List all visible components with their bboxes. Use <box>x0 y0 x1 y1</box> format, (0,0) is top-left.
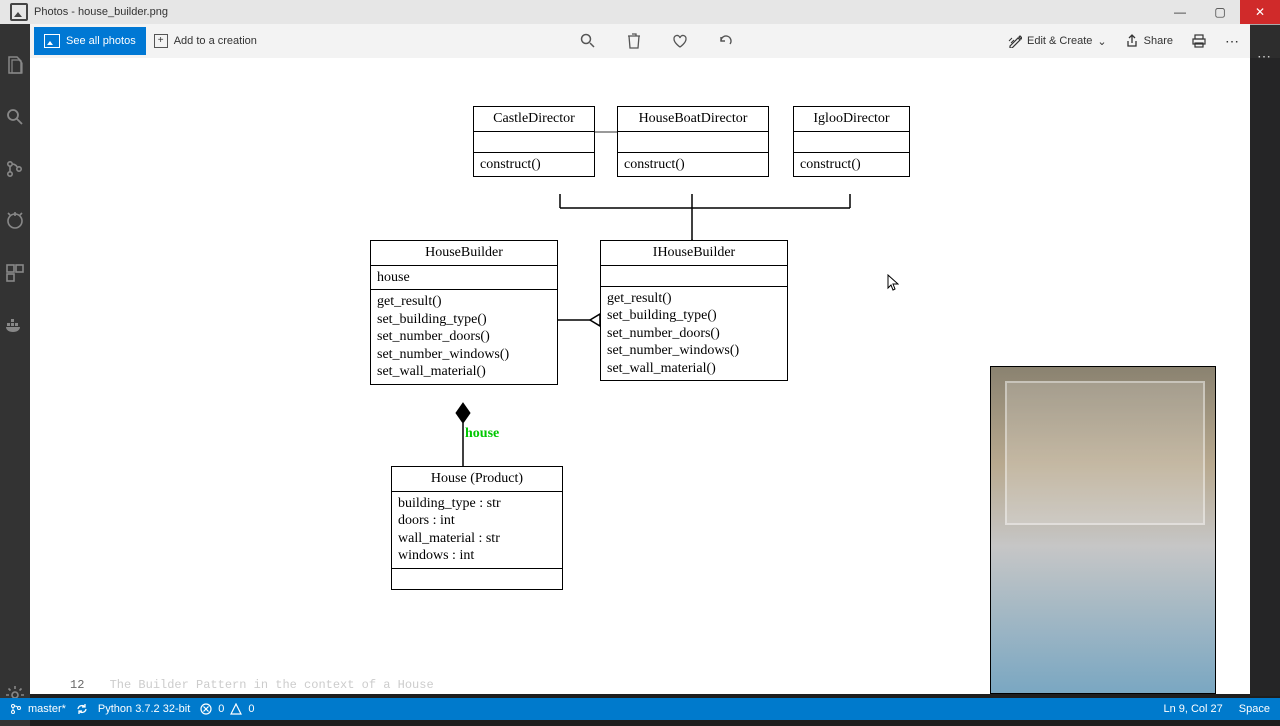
method: set_number_windows() <box>607 342 781 360</box>
debug-icon[interactable] <box>4 210 26 232</box>
class-methods-empty <box>392 568 562 589</box>
toolbar-center-icons <box>580 24 734 58</box>
method: set_wall_material() <box>377 363 551 381</box>
class-methods: get_result() set_building_type() set_num… <box>601 286 787 381</box>
method: get_result() <box>607 290 781 308</box>
class-name: IHouseBuilder <box>601 241 787 265</box>
method: get_result() <box>377 293 551 311</box>
warnings-count: 0 <box>248 703 254 715</box>
attr: doors : int <box>398 512 556 530</box>
maximize-button[interactable]: ▢ <box>1200 0 1240 24</box>
webcam-overlay <box>990 366 1216 694</box>
relation-label-house: house <box>465 426 499 442</box>
line-number: 12 <box>70 678 84 692</box>
toolbar-right: Edit & Create ⌄ Share ⋯ <box>1008 24 1250 58</box>
add-creation-label: Add to a creation <box>174 35 257 47</box>
vscode-right-gutter <box>1250 24 1280 696</box>
class-name: House (Product) <box>392 467 562 491</box>
favorite-icon[interactable] <box>672 33 688 49</box>
class-igloodirector: IglooDirector construct() <box>793 106 910 177</box>
attr: wall_material : str <box>398 530 556 548</box>
indent-spaces[interactable]: Space <box>1239 703 1270 715</box>
class-castledirector: CastleDirector construct() <box>473 106 595 177</box>
class-methods: get_result() set_building_type() set_num… <box>371 289 557 384</box>
print-button[interactable] <box>1191 34 1207 48</box>
scm-icon[interactable] <box>4 158 26 180</box>
window-title: Photos - house_builder.png <box>34 6 168 18</box>
docker-icon[interactable] <box>4 314 26 336</box>
branch-label: master* <box>28 703 66 715</box>
mouse-cursor-icon <box>887 274 899 295</box>
minimize-button[interactable]: — <box>1160 0 1200 24</box>
python-interpreter-button[interactable]: Python 3.7.2 32-bit <box>98 703 190 715</box>
photos-app-icon <box>10 3 28 21</box>
method: set_building_type() <box>607 307 781 325</box>
vscode-more-icon[interactable]: ⋯ <box>1257 48 1272 65</box>
attr: windows : int <box>398 547 556 565</box>
edit-create-dropdown[interactable]: Edit & Create ⌄ <box>1008 34 1107 48</box>
vscode-activity-bar <box>0 24 30 726</box>
method: set_number_windows() <box>377 346 551 364</box>
more-button[interactable]: ⋯ <box>1225 33 1240 50</box>
close-button[interactable]: ✕ <box>1240 0 1280 24</box>
method: set_number_doors() <box>607 325 781 343</box>
attr: building_type : str <box>398 495 556 513</box>
class-name: HouseBoatDirector <box>618 107 768 131</box>
code-text: The Builder Pattern in the context of a … <box>110 678 434 692</box>
zoom-icon[interactable] <box>580 33 596 49</box>
class-ihousebuilder: IHouseBuilder get_result() set_building_… <box>600 240 788 381</box>
extensions-icon[interactable] <box>4 262 26 284</box>
class-attrs-empty <box>474 131 594 152</box>
plus-icon: + <box>154 34 168 48</box>
python-label: Python 3.7.2 32-bit <box>98 703 190 715</box>
class-method: construct() <box>474 152 594 177</box>
sync-button[interactable] <box>76 703 88 715</box>
vscode-status-bar: master* Python 3.7.2 32-bit 0 0 Ln 9, Co… <box>0 698 1280 720</box>
class-housebuilder: HouseBuilder house get_result() set_buil… <box>370 240 558 385</box>
cursor-position[interactable]: Ln 9, Col 27 <box>1163 703 1222 715</box>
class-attrs: building_type : str doors : int wall_mat… <box>392 491 562 568</box>
picture-icon <box>44 34 60 48</box>
errors-count: 0 <box>218 703 224 715</box>
see-all-label: See all photos <box>66 35 136 47</box>
problems-button[interactable]: 0 0 <box>200 703 254 715</box>
method: set_wall_material() <box>607 360 781 378</box>
files-icon[interactable] <box>4 54 26 76</box>
class-houseboatdirector: HouseBoatDirector construct() <box>617 106 769 177</box>
photos-toolbar: See all photos + Add to a creation Edit … <box>30 24 1250 59</box>
share-label: Share <box>1144 35 1173 47</box>
class-name: CastleDirector <box>474 107 594 131</box>
class-name: HouseBuilder <box>371 241 557 265</box>
search-icon[interactable] <box>4 106 26 128</box>
add-to-creation-button[interactable]: + Add to a creation <box>154 34 257 48</box>
vscode-code-line: 12 The Builder Pattern in the context of… <box>70 678 434 692</box>
edit-create-label: Edit & Create <box>1027 35 1092 47</box>
photos-title-bar: Photos - house_builder.png — ▢ ✕ <box>0 0 1280 25</box>
class-method: construct() <box>794 152 909 177</box>
git-branch-button[interactable]: master* <box>10 703 66 715</box>
webcam-frame-icon <box>1005 381 1205 525</box>
class-attrs-empty <box>618 131 768 152</box>
class-attrs-empty <box>601 265 787 286</box>
method: set_building_type() <box>377 311 551 329</box>
chevron-down-icon: ⌄ <box>1097 35 1106 48</box>
see-all-photos-button[interactable]: See all photos <box>34 27 146 55</box>
delete-icon[interactable] <box>626 33 642 49</box>
class-house-product: House (Product) building_type : str door… <box>391 466 563 590</box>
share-button[interactable]: Share <box>1125 34 1173 48</box>
class-attrs-empty <box>794 131 909 152</box>
method: set_number_doors() <box>377 328 551 346</box>
class-method: construct() <box>618 152 768 177</box>
class-attr: house <box>371 265 557 290</box>
class-name: IglooDirector <box>794 107 909 131</box>
rotate-icon[interactable] <box>718 33 734 49</box>
